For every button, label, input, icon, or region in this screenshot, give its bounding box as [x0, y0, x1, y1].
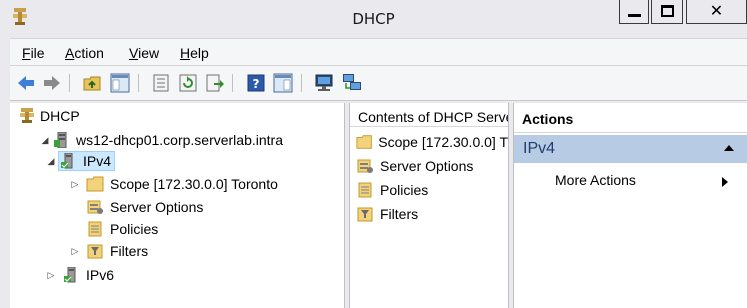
collapse-triangle-icon[interactable] [724, 145, 734, 151]
tree-node-scope[interactable]: ▷ Scope [172.30.0.0] Toronto [68, 174, 278, 194]
filters-icon [357, 207, 373, 222]
tree-selection-ipv4: IPv4 [58, 151, 116, 171]
tree-node-policies[interactable]: Policies [86, 219, 158, 239]
authorize-server-icon[interactable] [314, 73, 334, 93]
actions-header: Actions [514, 103, 747, 133]
show-hide-action-pane-icon[interactable] [273, 73, 293, 93]
minimize-button[interactable] [619, 0, 649, 24]
tree-node-filters[interactable]: ▷ Filters [68, 241, 149, 261]
expand-arrow-icon[interactable]: ▷ [68, 246, 82, 257]
toolbar-separator [138, 74, 139, 92]
tree-label-ipv4: IPv4 [83, 153, 112, 169]
tree-node-server-options[interactable]: Server Options [86, 197, 203, 217]
collapse-arrow-icon[interactable]: ◢ [38, 135, 52, 146]
properties-icon[interactable] [151, 73, 171, 93]
menu-file[interactable]: File [22, 45, 45, 61]
console-tree-pane[interactable]: DHCP ◢ ws12-dhcp01.corp.serverlab.intra … [10, 103, 345, 308]
tree-node-ipv4[interactable]: ◢ IPv4 [44, 151, 116, 171]
window-left-border [0, 38, 10, 308]
server-network-icon[interactable] [342, 73, 362, 93]
list-item[interactable]: Scope [172.30.0.0] T [356, 132, 508, 152]
minimize-icon [628, 14, 641, 17]
forward-arrow-icon[interactable] [42, 73, 62, 93]
export-list-icon[interactable] [205, 73, 225, 93]
tree-label-filters: Filters [110, 243, 149, 259]
up-folder-icon[interactable] [82, 73, 102, 93]
toolbar-separator [232, 74, 233, 92]
tree-node-ipv6[interactable]: ▷ IPv6 [44, 265, 114, 285]
tree-node-server[interactable]: ◢ ws12-dhcp01.corp.serverlab.intra [38, 130, 283, 150]
back-arrow-icon[interactable] [16, 73, 36, 93]
tree-label-policies: Policies [110, 221, 159, 237]
help-icon[interactable]: ? [246, 73, 266, 93]
list-item-label: Scope [172.30.0.0] T [378, 134, 508, 150]
expand-arrow-icon[interactable]: ▷ [68, 179, 82, 190]
actions-section-ipv4[interactable]: IPv4 [514, 135, 747, 163]
collapse-arrow-icon[interactable]: ◢ [44, 156, 58, 167]
submenu-arrow-icon[interactable] [722, 177, 728, 187]
folder-icon [356, 135, 372, 149]
menu-help[interactable]: Help [180, 45, 209, 61]
list-item-label: Policies [380, 182, 429, 198]
tree-label-scope: Scope [172.30.0.0] Toronto [110, 176, 278, 192]
list-item[interactable]: Filters [356, 204, 508, 224]
policies-icon [88, 221, 102, 237]
ipv6-icon [64, 267, 76, 283]
list-item-label: Server Options [380, 158, 474, 174]
actions-section-label: IPv4 [523, 140, 556, 157]
filters-icon [87, 244, 103, 259]
more-actions-item[interactable]: More Actions [555, 172, 636, 188]
server-options-icon [87, 200, 103, 214]
results-column-header[interactable]: Contents of DHCP Server [350, 103, 508, 127]
maximize-icon [661, 5, 674, 17]
actions-pane: Actions IPv4 More Actions [513, 103, 747, 308]
tree-node-dhcp[interactable]: DHCP [18, 106, 80, 126]
mmc-window: DHCP ✕ File Action View Help ? DHCP ◢ ws… [0, 0, 747, 308]
dhcp-root-icon [20, 108, 34, 123]
close-icon: ✕ [709, 1, 724, 20]
ipv4-icon [61, 153, 73, 169]
folder-icon [86, 176, 104, 192]
menu-bar: File Action View Help [10, 38, 747, 66]
menu-view[interactable]: View [129, 45, 159, 61]
toolbar: ? [10, 66, 747, 101]
tree-label-server-options: Server Options [110, 199, 204, 215]
maximize-button[interactable] [651, 0, 683, 24]
policies-icon [358, 182, 372, 198]
results-pane[interactable]: Contents of DHCP Server Scope [172.30.0.… [349, 103, 509, 308]
refresh-icon[interactable] [178, 73, 198, 93]
menu-action[interactable]: Action [65, 45, 104, 61]
tree-label-ipv6: IPv6 [86, 267, 115, 283]
expand-arrow-icon[interactable]: ▷ [44, 270, 58, 281]
tree-label-dhcp: DHCP [40, 108, 80, 124]
close-button[interactable]: ✕ [686, 0, 747, 24]
toolbar-separator [301, 74, 302, 92]
list-item[interactable]: Policies [356, 180, 508, 200]
svg-text:?: ? [253, 77, 260, 91]
show-hide-console-tree-icon[interactable] [110, 73, 130, 93]
tree-label-server: ws12-dhcp01.corp.serverlab.intra [76, 132, 283, 148]
toolbar-separator [69, 74, 70, 92]
server-icon [54, 132, 67, 148]
server-options-icon [357, 159, 373, 173]
title-bar[interactable]: DHCP ✕ [0, 0, 747, 38]
list-item-label: Filters [380, 206, 419, 222]
list-item[interactable]: Server Options [356, 156, 508, 176]
